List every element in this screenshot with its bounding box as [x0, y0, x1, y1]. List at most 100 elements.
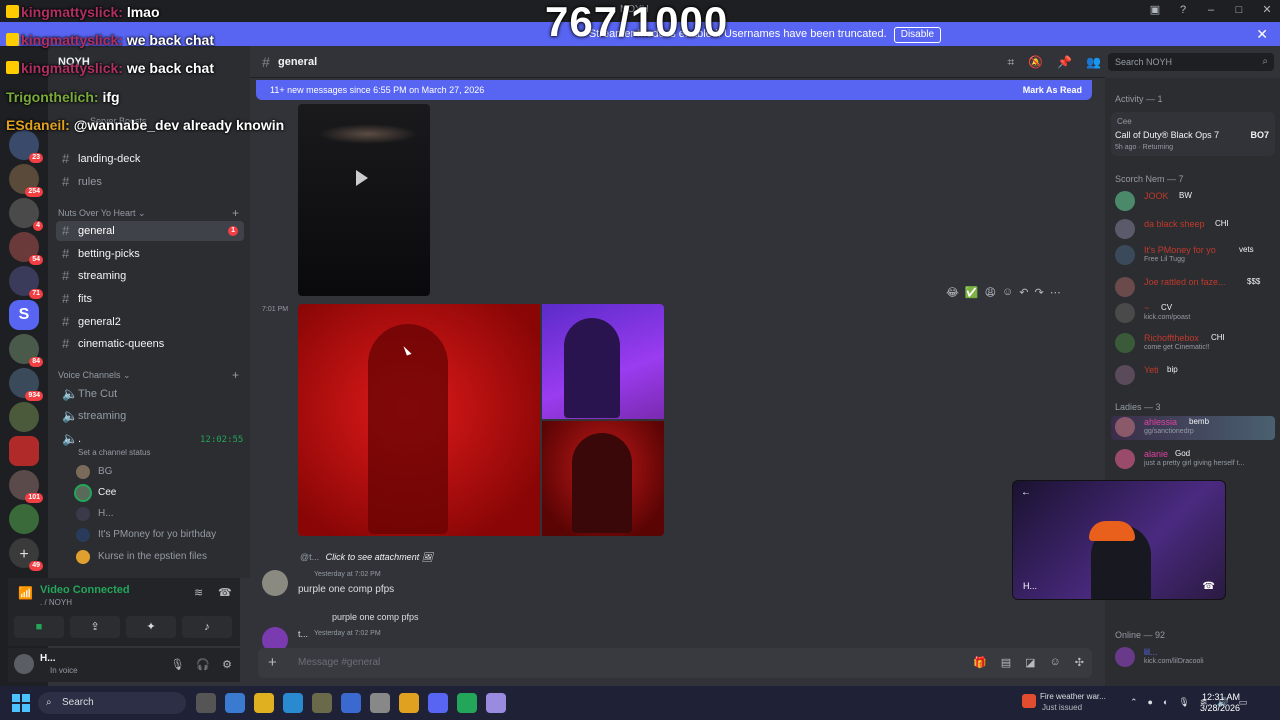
app-icon[interactable]: [312, 693, 332, 713]
search-input[interactable]: Search NOYH ⌕: [1108, 53, 1274, 71]
channel-streaming[interactable]: # streaming: [56, 266, 244, 286]
voice-user[interactable]: Cee: [76, 485, 116, 501]
server-icon[interactable]: [9, 504, 39, 534]
activities-button[interactable]: ✦: [126, 616, 176, 638]
server-icon[interactable]: [9, 436, 39, 466]
activity-card[interactable]: Cee Call of Duty® Black Ops 7 5h ago · R…: [1111, 112, 1275, 156]
new-messages-bar[interactable]: 11+ new messages since 6:55 PM on March …: [256, 80, 1092, 100]
image-attachment[interactable]: [542, 304, 664, 419]
reaction-check-icon[interactable]: ✅: [965, 286, 979, 299]
file-explorer-icon[interactable]: [399, 693, 419, 713]
reaction-laugh-icon[interactable]: 😂: [946, 286, 959, 299]
mic-icon[interactable]: 🎙: [1178, 697, 1189, 708]
reaction-sad-icon[interactable]: 😩: [985, 286, 996, 299]
server-icon[interactable]: S: [9, 300, 39, 330]
channel-landing-deck[interactable]: # landing-deck: [56, 149, 244, 169]
server-icon[interactable]: 254: [9, 164, 43, 197]
voice-user[interactable]: Kurse in the epstien files: [76, 549, 207, 565]
channel-cinematic-queens[interactable]: # cinematic-queens: [56, 334, 244, 354]
reply-preview-text[interactable]: purple one comp pfps: [332, 612, 419, 622]
server-icon[interactable]: 71: [9, 266, 43, 299]
attach-plus-icon[interactable]: +: [268, 654, 277, 671]
help-icon[interactable]: ?: [1176, 3, 1190, 17]
voice-user[interactable]: BG: [76, 464, 112, 480]
task-view-icon[interactable]: [196, 693, 216, 713]
server-icon[interactable]: 4: [9, 198, 43, 231]
pip-back-icon[interactable]: ←: [1021, 487, 1031, 498]
server-icon[interactable]: [9, 402, 39, 432]
voice-channel-streaming[interactable]: 🔈 streaming: [56, 406, 244, 426]
tray-app-icon[interactable]: ●: [1148, 697, 1153, 708]
copilot-icon[interactable]: [225, 693, 245, 713]
banner-close-icon[interactable]: ✕: [1256, 22, 1268, 46]
notifications-icon[interactable]: 🔕: [1028, 55, 1043, 70]
channel-general2[interactable]: # general2: [56, 312, 244, 332]
member-item[interactable]: Yeti bip: [1111, 364, 1275, 388]
channel-rules[interactable]: # rules: [56, 172, 244, 192]
settings-gear-icon[interactable]: ⚙: [222, 658, 232, 671]
chevron-up-icon[interactable]: ⌃: [1130, 697, 1138, 708]
app-icon[interactable]: [486, 693, 506, 713]
member-item[interactable]: ahlessia bemb gg/sanctionedrp: [1111, 416, 1275, 440]
mic-icon[interactable]: 🎙: [170, 658, 184, 671]
add-server-icon[interactable]: +: [14, 545, 34, 565]
voice-user[interactable]: H...: [76, 506, 114, 522]
reply-reference[interactable]: @t... Click to see attachment 🖼: [300, 552, 433, 563]
clock[interactable]: 12:31 AM 3/28/2026: [1200, 692, 1240, 714]
message-author[interactable]: t...: [298, 629, 308, 639]
close-icon[interactable]: ✕: [1260, 3, 1274, 17]
server-icon[interactable]: 101: [9, 470, 43, 503]
server-icon[interactable]: 84: [9, 334, 43, 367]
discord-icon[interactable]: [428, 693, 448, 713]
add-channel-icon[interactable]: +: [232, 206, 239, 220]
sticker-icon[interactable]: ◪: [1025, 656, 1035, 669]
gift-icon[interactable]: 🎁: [973, 656, 987, 669]
member-item[interactable]: lil... kick.com/lilDracooli: [1111, 646, 1275, 670]
store-icon[interactable]: [341, 693, 361, 713]
disconnect-icon[interactable]: ☎: [218, 586, 232, 599]
apps-icon[interactable]: ✣: [1075, 656, 1084, 669]
voice-user[interactable]: It's PMoney for yo birthday: [76, 527, 216, 543]
chrome-icon[interactable]: [254, 693, 274, 713]
threads-icon[interactable]: ⌗: [1007, 55, 1014, 70]
channel-fits[interactable]: # fits: [56, 289, 244, 309]
maximize-icon[interactable]: □: [1232, 3, 1246, 17]
emoji-icon[interactable]: ☺: [1050, 656, 1061, 669]
avatar[interactable]: [262, 570, 288, 596]
member-item[interactable]: JOOK BW: [1111, 190, 1275, 214]
server-icon[interactable]: 934: [9, 368, 43, 401]
more-icon[interactable]: ⋯: [1050, 286, 1061, 299]
channel-general[interactable]: # general 1: [56, 221, 244, 241]
video-attachment[interactable]: [298, 104, 430, 296]
picture-in-picture-video[interactable]: ← H... ☎: [1012, 480, 1226, 600]
forward-icon[interactable]: ↷: [1034, 286, 1043, 299]
image-attachment[interactable]: [542, 421, 664, 536]
noise-suppression-icon[interactable]: ≋: [194, 586, 203, 599]
hang-up-icon[interactable]: ☎: [1203, 581, 1215, 592]
app-icon[interactable]: [457, 693, 477, 713]
add-reaction-icon[interactable]: ☺: [1002, 286, 1013, 299]
screenshare-button[interactable]: ⇪: [70, 616, 120, 638]
avatar[interactable]: [14, 654, 34, 674]
image-attachment[interactable]: [298, 304, 540, 536]
headphones-icon[interactable]: 🎧: [196, 658, 210, 671]
taskbar-search[interactable]: ⌕ Search: [38, 692, 186, 714]
voice-category-header[interactable]: Voice Channels ⌄ +: [58, 368, 239, 382]
camera-button[interactable]: ■: [14, 616, 64, 638]
category-header[interactable]: Nuts Over Yo Heart ⌄ +: [58, 206, 239, 220]
member-item[interactable]: It's PMoney for yo vets Free Lil Tugg: [1111, 244, 1275, 268]
mark-as-read-button[interactable]: Mark As Read: [1023, 80, 1082, 100]
message-composer[interactable]: + Message #general 🎁 ▤ ◪ ☺ ✣: [258, 648, 1092, 678]
voice-channel-the-cut[interactable]: 🔈 The Cut: [56, 384, 244, 404]
inbox-icon[interactable]: ▣: [1148, 3, 1162, 17]
channel-betting-picks[interactable]: # betting-picks: [56, 244, 244, 264]
gif-icon[interactable]: ▤: [1001, 656, 1011, 669]
member-item[interactable]: ~ CV kick.com/poast: [1111, 302, 1275, 326]
reply-icon[interactable]: ↶: [1019, 286, 1028, 299]
pin-icon[interactable]: 📌: [1057, 55, 1072, 70]
add-channel-icon[interactable]: +: [232, 368, 239, 382]
member-item[interactable]: alanie God just a pretty girl giving herse…: [1111, 448, 1275, 472]
member-list-icon[interactable]: 👥: [1086, 55, 1101, 70]
channel-status[interactable]: Set a channel status: [78, 448, 151, 457]
edge-icon[interactable]: [283, 693, 303, 713]
